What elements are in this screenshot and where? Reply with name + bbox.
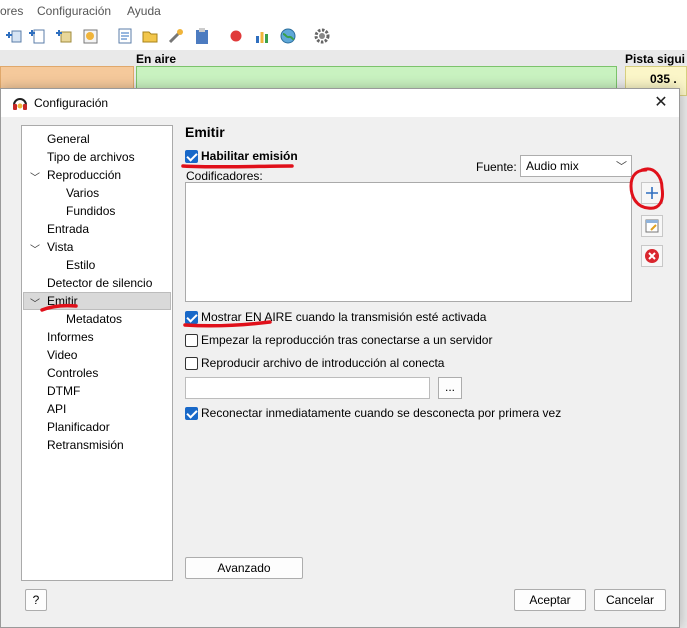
tree-item-metadatos[interactable]: Metadatos <box>66 310 122 328</box>
add-folder-icon[interactable] <box>55 27 73 45</box>
tree-item-estilo[interactable]: Estilo <box>66 256 95 274</box>
tree-item-emitir-selected[interactable] <box>23 292 171 310</box>
start-playback-checkbox[interactable]: Empezar la reproducción tras conectarse … <box>185 332 492 348</box>
enable-broadcast-label: Habilitar emisión <box>201 149 298 163</box>
add-track-icon[interactable] <box>4 27 22 45</box>
add-file-icon[interactable] <box>28 27 46 45</box>
tree-item-reproduccion[interactable]: Reproducción <box>47 166 121 184</box>
menu-bar: ores Configuración Ayuda <box>0 0 687 22</box>
chevron-down-icon[interactable]: ﹀ <box>616 158 627 174</box>
tree-item-api[interactable]: API <box>47 400 66 418</box>
remove-icon <box>645 249 659 263</box>
tree-item-emitir[interactable]: Emitir <box>47 292 78 310</box>
settings-gear-icon[interactable] <box>313 27 331 45</box>
remove-encoder-button[interactable] <box>641 245 663 267</box>
tree-item-vista[interactable]: Vista <box>47 238 73 256</box>
globe-icon[interactable] <box>279 27 297 45</box>
reconnect-checkbox[interactable]: Reconectar inmediatamente cuando se desc… <box>185 405 561 421</box>
menu-item-partial[interactable]: ores <box>0 4 23 18</box>
add-stream-icon[interactable] <box>81 27 99 45</box>
folder-open-icon[interactable] <box>141 27 159 45</box>
checkbox-checked-icon[interactable] <box>185 406 198 420</box>
record-icon[interactable] <box>227 27 245 45</box>
tree-item-detector-silencio[interactable]: Detector de silencio <box>47 274 152 292</box>
tree-item-general[interactable]: General <box>47 130 90 148</box>
play-intro-label: Reproducir archivo de introducción al co… <box>201 356 445 370</box>
accept-button[interactable]: Aceptar <box>514 589 586 611</box>
tree-item-tipo-archivos[interactable]: Tipo de archivos <box>47 148 135 166</box>
checkbox-unchecked-icon[interactable] <box>185 333 198 347</box>
settings-tree: General Tipo de archivos ﹀ Reproducción … <box>21 125 173 581</box>
tree-item-fundidos[interactable]: Fundidos <box>66 202 115 220</box>
plus-icon <box>646 187 658 199</box>
encoders-label: Codificadores: <box>186 169 263 183</box>
next-track-label: Pista sigui <box>625 52 686 66</box>
tree-item-informes[interactable]: Informes <box>47 328 94 346</box>
panel-title: Emitir <box>185 124 225 140</box>
intro-file-path-input[interactable] <box>185 377 430 399</box>
edit-icon <box>645 219 659 233</box>
tree-item-dtmf[interactable]: DTMF <box>47 382 80 400</box>
add-encoder-button[interactable] <box>641 182 663 204</box>
start-playback-label: Empezar la reproducción tras conectarse … <box>201 333 493 347</box>
app-headphones-icon <box>13 98 27 110</box>
chevron-down-icon[interactable]: ﹀ <box>30 169 40 184</box>
tree-item-planificador[interactable]: Planificador <box>47 418 110 436</box>
close-icon[interactable]: ✕ <box>649 91 673 115</box>
checkbox-unchecked-icon[interactable] <box>185 356 198 370</box>
help-button[interactable]: ? <box>25 589 47 611</box>
source-value: Audio mix <box>526 159 579 173</box>
main-toolbar <box>0 22 687 50</box>
source-label: Fuente: <box>476 160 517 174</box>
cancel-button[interactable]: Cancelar <box>594 589 666 611</box>
clipboard-icon[interactable] <box>193 27 211 45</box>
reconnect-label: Reconectar inmediatamente cuando se desc… <box>201 406 562 420</box>
stats-icon[interactable] <box>253 27 271 45</box>
chevron-down-icon[interactable]: ﹀ <box>30 241 40 256</box>
checkbox-checked-icon[interactable] <box>185 310 198 324</box>
menu-item-ayuda[interactable]: Ayuda <box>127 4 161 18</box>
next-track-number: 035 . <box>650 72 677 86</box>
source-select[interactable]: Audio mix ﹀ <box>520 155 632 177</box>
tools-icon[interactable] <box>167 27 185 45</box>
encoders-list[interactable] <box>185 182 632 302</box>
tree-item-retransmision[interactable]: Retransmisión <box>47 436 124 454</box>
edit-encoder-button[interactable] <box>641 215 663 237</box>
tree-item-controles[interactable]: Controles <box>47 364 98 382</box>
checkbox-checked-icon[interactable] <box>185 149 198 163</box>
chevron-down-icon[interactable]: ﹀ <box>30 295 40 310</box>
dialog-titlebar: Configuración ✕ <box>1 89 679 117</box>
play-intro-checkbox[interactable]: Reproducir archivo de introducción al co… <box>185 355 444 371</box>
tree-item-varios[interactable]: Varios <box>66 184 99 202</box>
menu-item-configuracion[interactable]: Configuración <box>37 4 111 18</box>
dialog-title: Configuración <box>34 96 109 110</box>
config-dialog: Configuración ✕ General Tipo de archivos… <box>0 88 680 628</box>
show-on-air-checkbox[interactable]: Mostrar EN AIRE cuando la transmisión es… <box>185 309 486 325</box>
browse-button[interactable]: ... <box>438 377 462 399</box>
tree-item-entrada[interactable]: Entrada <box>47 220 89 238</box>
tree-item-video[interactable]: Video <box>47 346 77 364</box>
advanced-button[interactable]: Avanzado <box>185 557 303 579</box>
show-on-air-label: Mostrar EN AIRE cuando la transmisión es… <box>201 310 487 324</box>
playlist-icon[interactable] <box>116 27 134 45</box>
enable-broadcast-checkbox[interactable]: Habilitar emisión <box>185 148 298 164</box>
on-air-label: En aire <box>136 52 177 66</box>
